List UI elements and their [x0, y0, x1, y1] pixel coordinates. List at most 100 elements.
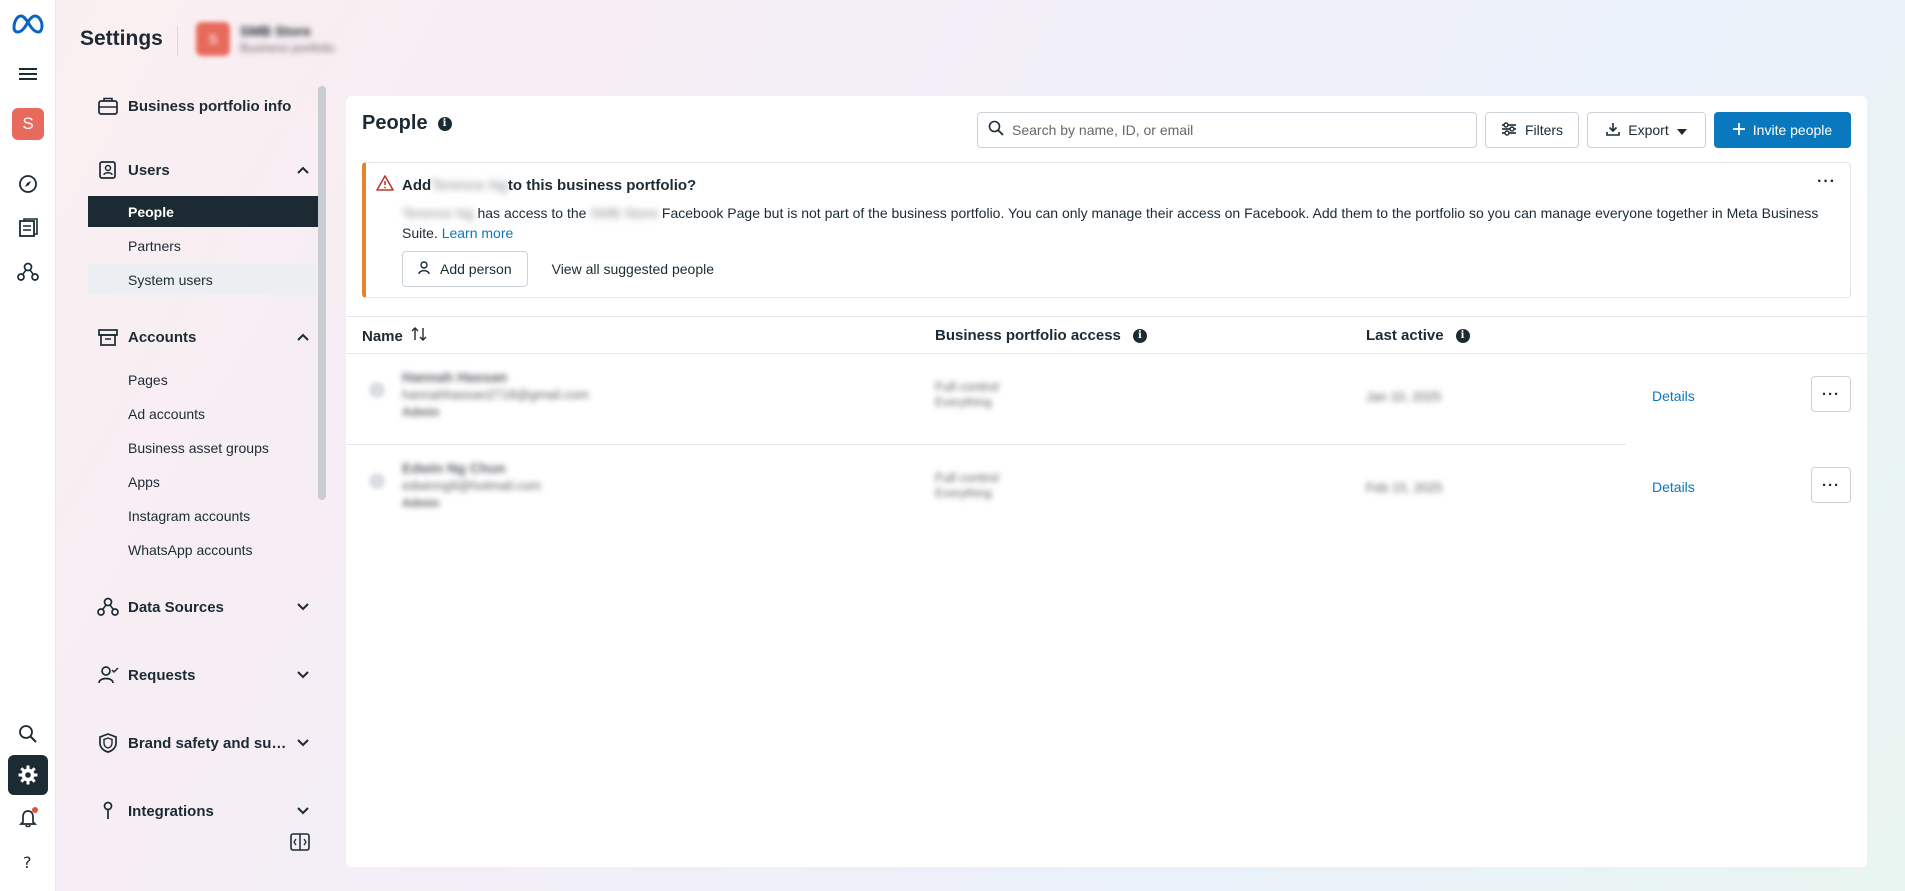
table-row[interactable]: Hannah Hassan hannahhassan2718@gmail.com…: [346, 355, 1867, 445]
learn-more-link[interactable]: Learn more: [442, 225, 514, 241]
row-last-active: Jan 10, 2025: [1366, 389, 1442, 404]
portfolio-subtitle: Business portfolio: [240, 41, 335, 55]
pages-icon[interactable]: [8, 208, 48, 248]
column-name[interactable]: Name: [362, 327, 427, 345]
sidebar-section-requests[interactable]: Requests: [88, 655, 318, 695]
sidebar-item-ad-accounts[interactable]: Ad accounts: [88, 398, 318, 429]
sidebar-section-label: Data Sources: [128, 598, 224, 616]
settings-sidebar: Business portfolio info Users People Par…: [88, 86, 318, 831]
row-avatar-icon: [368, 381, 386, 402]
sidebar-item-apps[interactable]: Apps: [88, 466, 318, 497]
portfolio-switcher[interactable]: S SMB Store Business portfolio: [196, 22, 335, 56]
sidebar-item-instagram-accounts[interactable]: Instagram accounts: [88, 500, 318, 531]
warning-icon: [376, 175, 394, 195]
view-all-suggested-button[interactable]: View all suggested people: [552, 261, 714, 277]
portfolio-avatar[interactable]: S: [8, 104, 48, 144]
sort-icon[interactable]: [411, 327, 427, 345]
sidebar-section-label: Accounts: [128, 328, 197, 346]
banner-more-options[interactable]: ···: [1817, 173, 1836, 191]
info-icon[interactable]: i: [1132, 328, 1147, 343]
table-row[interactable]: Edwin Ng Chun edwinng9@hotmail.com Admin…: [346, 446, 1867, 536]
banner-message: Terence Ng has access to the SMB Store F…: [402, 203, 1832, 243]
row-name: Hannah Hassan: [402, 369, 508, 385]
chevron-down-icon: [288, 671, 318, 679]
add-person-icon: [418, 260, 432, 278]
chevron-up-icon: [288, 166, 318, 174]
person-request-icon: [88, 665, 128, 685]
sidebar-item-people[interactable]: People: [88, 196, 318, 227]
plus-icon: [1732, 122, 1745, 138]
sidebar-item-label: Business portfolio info: [128, 97, 292, 115]
invite-label: Invite people: [1752, 122, 1833, 138]
search-box[interactable]: [977, 112, 1477, 148]
filter-sliders-icon: [1501, 121, 1517, 139]
sidebar-item-business-asset-groups[interactable]: Business asset groups: [88, 432, 318, 463]
sidebar-item-pages[interactable]: Pages: [88, 364, 318, 395]
search-icon: [988, 120, 1004, 141]
column-last-active-label: Last active: [1366, 327, 1444, 344]
gear-icon[interactable]: [8, 755, 48, 795]
sidebar-item-whatsapp-accounts[interactable]: WhatsApp accounts: [88, 534, 318, 565]
page-title: People i: [362, 112, 452, 135]
row-more-options-button[interactable]: ···: [1811, 376, 1851, 412]
info-icon[interactable]: i: [1455, 328, 1470, 343]
banner-title-post: to this business portfolio?: [507, 176, 697, 194]
row-email: hannahhassan2718@gmail.com: [402, 387, 589, 402]
sidebar-section-label: Integrations: [128, 802, 214, 820]
page-title-text: People: [362, 112, 428, 134]
data-sources-icon: [88, 597, 128, 617]
chevron-down-icon: [288, 603, 318, 611]
caret-down-icon: [1676, 122, 1687, 138]
add-person-label: Add person: [440, 261, 512, 277]
chevron-down-icon: [288, 807, 318, 815]
sidebar-scrollbar[interactable]: [318, 86, 326, 500]
collapse-sidebar-icon[interactable]: [288, 830, 312, 854]
row-more-options-button[interactable]: ···: [1811, 467, 1851, 503]
sidebar-section-label: Users: [128, 161, 170, 179]
row-tag: Admin: [402, 496, 440, 510]
menu-icon[interactable]: [8, 54, 48, 94]
avatar: S: [12, 108, 44, 140]
sidebar-item-system-users[interactable]: System users: [88, 264, 318, 295]
connections-icon[interactable]: [8, 252, 48, 292]
info-icon[interactable]: i: [437, 116, 452, 131]
banner-person-name: Terence Ng: [402, 205, 474, 221]
row-last-active: Feb 15, 2025: [1366, 480, 1443, 495]
search-input[interactable]: [1012, 122, 1452, 138]
details-link[interactable]: Details: [1652, 388, 1695, 404]
invite-people-button[interactable]: Invite people: [1714, 112, 1851, 148]
help-icon[interactable]: ?: [8, 842, 48, 882]
bell-icon[interactable]: [8, 798, 48, 838]
sidebar-section-integrations[interactable]: Integrations: [88, 791, 318, 831]
sidebar-section-users[interactable]: Users: [88, 150, 318, 190]
compass-icon[interactable]: [8, 164, 48, 204]
row-divider: [346, 444, 1626, 445]
row-access-sub: Everything: [935, 395, 992, 409]
meta-logo-icon[interactable]: [8, 4, 48, 44]
sidebar-item-business-info[interactable]: Business portfolio info: [88, 86, 318, 126]
details-link[interactable]: Details: [1652, 479, 1695, 495]
column-access: Business portfolio access i: [935, 327, 1147, 344]
sidebar-section-brand-safety[interactable]: Brand safety and suitability: [88, 723, 318, 763]
export-label: Export: [1628, 122, 1669, 138]
column-access-label: Business portfolio access: [935, 327, 1121, 344]
export-button[interactable]: Export: [1587, 112, 1706, 148]
left-rail: S ?: [0, 0, 56, 891]
row-access: Full control: [935, 470, 999, 485]
notification-dot: [32, 807, 38, 813]
people-panel: People i Filters Export Invite people: [346, 96, 1867, 867]
sidebar-section-label: Requests: [128, 666, 196, 684]
portfolio-name: SMB Store: [240, 23, 311, 39]
column-name-label: Name: [362, 327, 403, 345]
shield-icon: [88, 733, 128, 753]
sidebar-item-partners[interactable]: Partners: [88, 230, 318, 261]
suggested-person-name: Terence Ng: [431, 176, 508, 194]
filters-button[interactable]: Filters: [1485, 112, 1579, 148]
header-divider: [177, 26, 178, 56]
sidebar-section-label: Brand safety and suitability: [128, 734, 288, 752]
sidebar-section-accounts[interactable]: Accounts: [88, 317, 318, 357]
sidebar-section-data-sources[interactable]: Data Sources: [88, 587, 318, 627]
banner-actions: Add person View all suggested people: [402, 251, 714, 287]
add-person-button[interactable]: Add person: [402, 251, 528, 287]
search-icon[interactable]: [8, 714, 48, 754]
